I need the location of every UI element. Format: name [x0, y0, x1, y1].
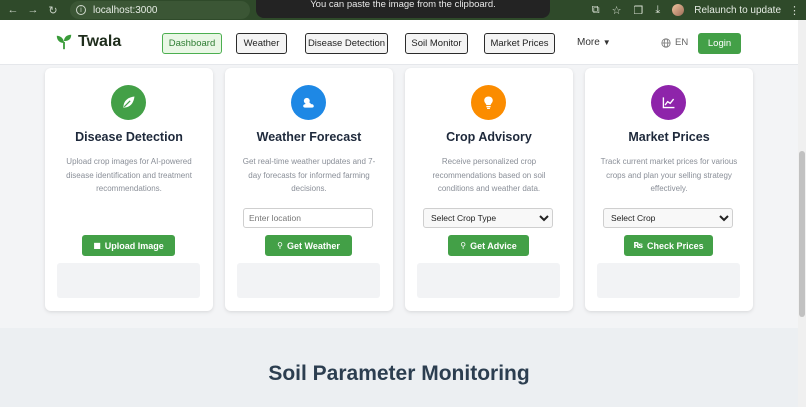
card-description: Upload crop images for AI-powered diseas…: [66, 157, 192, 193]
download-icon[interactable]: ⤓: [655, 3, 660, 17]
disease-detection-card: Disease Detection Upload crop images for…: [45, 68, 213, 311]
crop-select[interactable]: Select Crop: [603, 208, 733, 228]
language-selector[interactable]: EN: [661, 37, 688, 48]
button-label: Get Advice: [470, 240, 517, 251]
button-label: Get Weather: [287, 240, 340, 251]
browser-toolbar: ← → ↻ i localhost:3000 You can paste the…: [0, 0, 806, 20]
price-tag-icon: ₨: [633, 241, 644, 250]
camera-icon: ■: [93, 241, 101, 250]
browser-menu-icon[interactable]: ⋮: [789, 4, 800, 17]
crop-type-select[interactable]: Select Crop Type: [423, 208, 553, 228]
back-icon[interactable]: ←: [6, 4, 20, 16]
scrollbar-thumb[interactable]: [799, 151, 805, 317]
bookmark-star-icon[interactable]: ☆: [612, 4, 622, 17]
url-text: localhost:3000: [93, 4, 158, 16]
card-description: Receive personalized crop recommendation…: [432, 157, 546, 193]
language-code: EN: [675, 37, 689, 48]
card-title: Disease Detection: [75, 130, 183, 144]
page-scrollbar[interactable]: [798, 20, 806, 407]
app-navbar: Twala Dashboard Weather Disease Detectio…: [0, 20, 798, 65]
nav-market-prices-button[interactable]: Market Prices: [484, 33, 555, 54]
screen-cast-icon[interactable]: ⧉: [592, 3, 600, 17]
section-title: Soil Parameter Monitoring: [268, 362, 530, 385]
button-label: Upload Image: [104, 240, 164, 251]
globe-icon: [661, 37, 671, 48]
card-title: Market Prices: [628, 130, 710, 144]
search-icon: ⚲: [277, 241, 283, 250]
chart-line-icon: [651, 85, 686, 120]
card-title: Weather Forecast: [256, 130, 362, 144]
get-advice-button[interactable]: ⚲ Get Advice: [448, 235, 529, 256]
more-menu-button[interactable]: More ▼: [577, 37, 611, 48]
card-description: Track current market prices for various …: [600, 157, 738, 193]
address-bar[interactable]: i localhost:3000: [70, 1, 250, 19]
nav-disease-detection-button[interactable]: Disease Detection: [305, 33, 388, 54]
card-description: Get real-time weather updates and 7-day …: [242, 157, 376, 193]
weather-forecast-card: Weather Forecast Get real-time weather u…: [225, 68, 393, 311]
brand-name: Twala: [78, 33, 122, 50]
reload-icon[interactable]: ↻: [46, 4, 60, 17]
market-result-panel: [597, 263, 740, 298]
upload-image-button[interactable]: ■ Upload Image: [82, 235, 175, 256]
nav-soil-monitor-button[interactable]: Soil Monitor: [405, 33, 468, 54]
more-label: More: [577, 37, 600, 48]
location-input[interactable]: [243, 208, 373, 228]
advisory-result-panel: [417, 263, 560, 298]
cloud-sun-icon: [291, 85, 326, 120]
extensions-icon[interactable]: ❐: [634, 4, 644, 17]
search-icon: ⚲: [460, 241, 467, 250]
nav-weather-button[interactable]: Weather: [236, 33, 287, 54]
disease-result-panel: [57, 263, 200, 298]
chevron-down-icon: ▼: [602, 38, 611, 47]
card-title: Crop Advisory: [446, 130, 532, 144]
login-button[interactable]: Login: [698, 33, 741, 54]
sprout-icon: [56, 34, 72, 50]
profile-avatar[interactable]: [672, 4, 685, 16]
lightbulb-icon: [471, 85, 506, 120]
check-prices-button[interactable]: ₨ Check Prices: [624, 235, 713, 256]
soil-monitoring-section: Soil Parameter Monitoring: [0, 328, 798, 407]
brand-logo[interactable]: Twala: [55, 33, 121, 51]
relaunch-button[interactable]: Relaunch to update: [694, 5, 781, 16]
site-info-icon[interactable]: i: [76, 5, 86, 15]
button-label: Check Prices: [647, 240, 704, 251]
market-prices-card: Market Prices Track current market price…: [585, 68, 753, 311]
feature-cards-section: Disease Detection Upload crop images for…: [0, 65, 798, 328]
get-weather-button[interactable]: ⚲ Get Weather: [265, 235, 352, 256]
leaf-icon: [111, 85, 146, 120]
clipboard-tooltip: You can paste the image from the clipboa…: [256, 0, 550, 18]
nav-dashboard-button[interactable]: Dashboard: [162, 33, 222, 54]
crop-advisory-card: Crop Advisory Receive personalized crop …: [405, 68, 573, 311]
forward-icon[interactable]: →: [26, 4, 40, 16]
weather-result-panel: [237, 263, 380, 298]
